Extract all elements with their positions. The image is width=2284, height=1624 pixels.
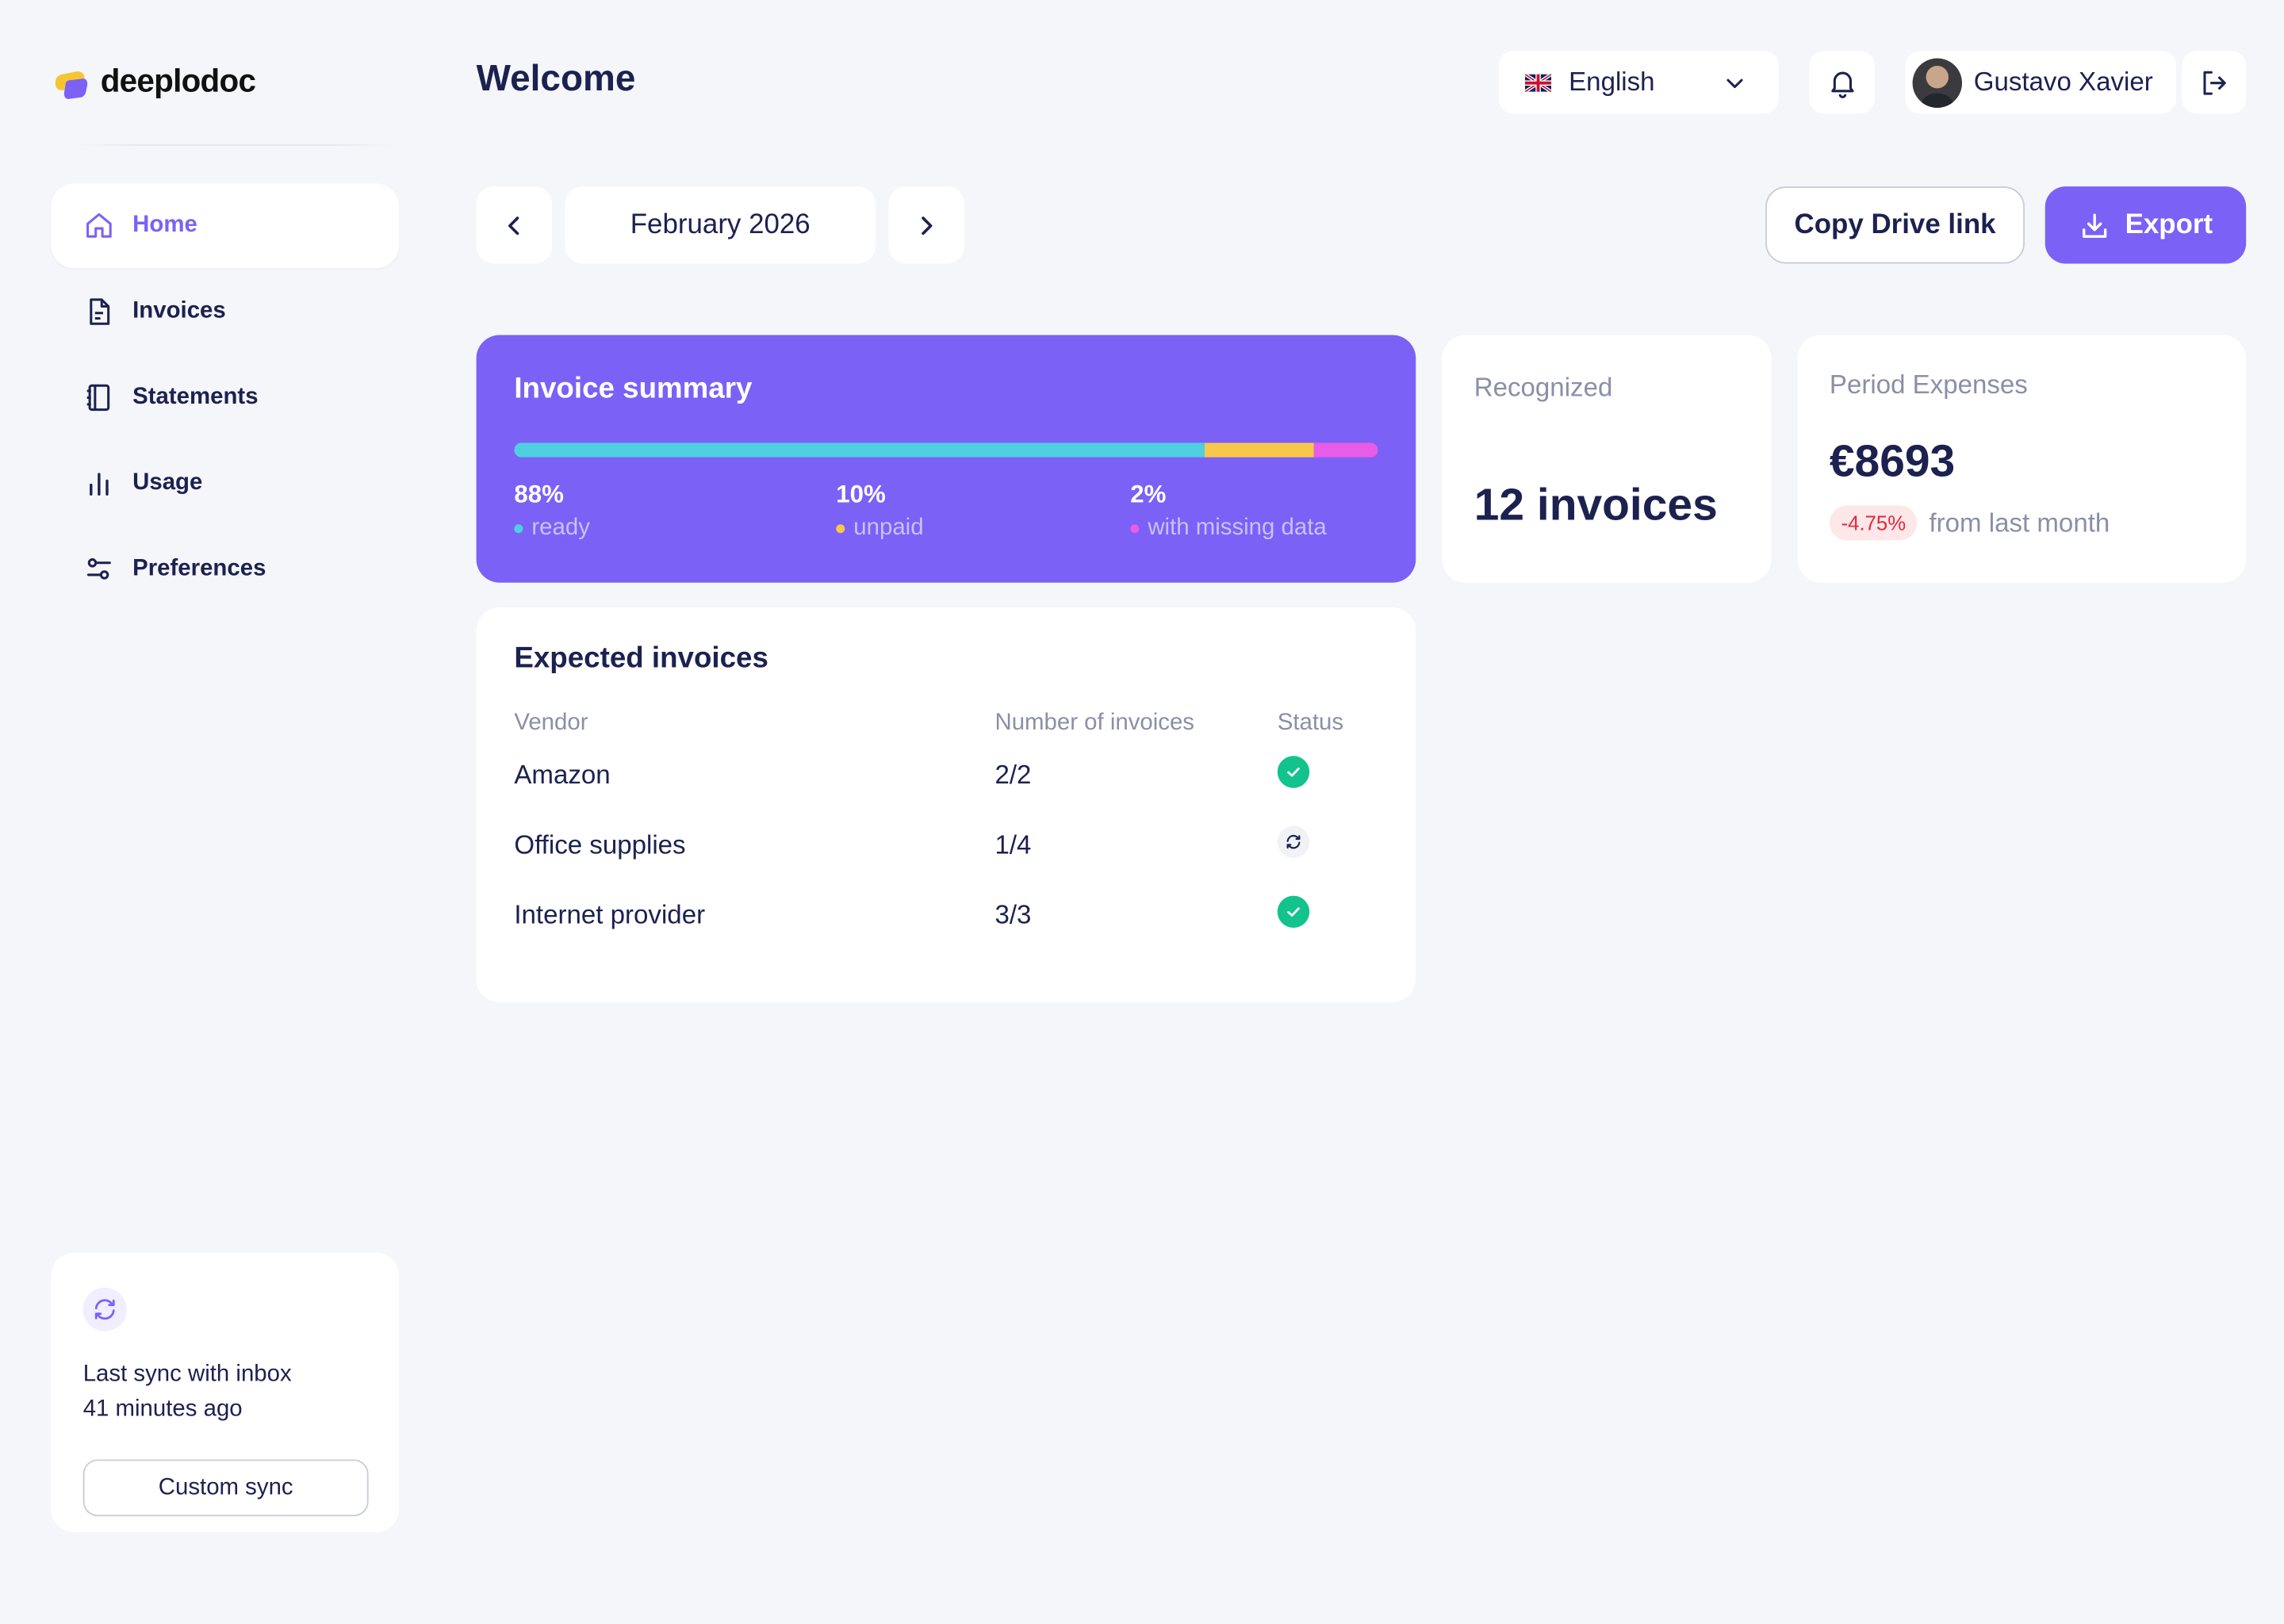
- download-icon: [2082, 213, 2107, 237]
- sidebar-item-label: Home: [132, 213, 197, 238]
- count-cell: 2/2: [994, 760, 1032, 790]
- brand-logo[interactable]: deeplodoc: [51, 58, 256, 105]
- check-circle-icon: [1277, 756, 1310, 788]
- next-month-button[interactable]: [888, 186, 964, 264]
- bar-segment-unpaid: [1205, 442, 1313, 458]
- sync-time: 41 minutes ago: [82, 1396, 243, 1422]
- count-cell: 3/3: [994, 900, 1032, 929]
- recognized-value: 12 invoices: [1473, 479, 1718, 530]
- expenses-value: €8693: [1829, 435, 1956, 487]
- period-selector[interactable]: February 2026: [565, 186, 876, 264]
- check-circle-icon: [1277, 895, 1310, 929]
- logout-button[interactable]: [2182, 51, 2247, 114]
- expected-invoices-title: Expected invoices: [514, 642, 768, 675]
- bar-segment-ready: [514, 442, 1205, 458]
- recognized-card: Recognized 12 invoices: [1442, 335, 1772, 583]
- sidebar-item-preferences[interactable]: Preferences: [51, 527, 399, 612]
- custom-sync-button[interactable]: Custom sync: [82, 1459, 369, 1517]
- stat-label: unpaid: [853, 515, 924, 541]
- missing-dot: [1130, 524, 1140, 534]
- change-note: from last month: [1929, 508, 2110, 537]
- table-header: Vendor Number of invoices Status: [514, 710, 1378, 740]
- language-select[interactable]: English: [1498, 51, 1779, 114]
- period-expenses-card: Period Expenses €8693 -4.75% from last m…: [1797, 335, 2247, 583]
- stat-label: ready: [531, 515, 590, 541]
- sidebar-item-label: Invoices: [132, 298, 226, 324]
- table-row[interactable]: Office supplies 1/4: [514, 810, 1378, 879]
- previous-month-button[interactable]: [476, 186, 553, 264]
- logout-icon: [2203, 70, 2226, 94]
- expected-invoices-card: Expected invoices Vendor Number of invoi…: [476, 607, 1416, 1002]
- stat-label: with missing data: [1148, 515, 1327, 541]
- user-name: Gustavo Xavier: [1973, 67, 2153, 97]
- sidebar-divider: [72, 144, 397, 146]
- stat-ready: 88% ready: [514, 481, 590, 542]
- sync-pending-icon: [1277, 825, 1310, 858]
- sidebar-item-usage[interactable]: Usage: [51, 442, 399, 527]
- bar-segment-missing: [1313, 442, 1378, 458]
- avatar: [1912, 57, 1963, 108]
- sliders-icon: [86, 558, 111, 580]
- expenses-label: Period Expenses: [1829, 370, 2028, 400]
- sidebar-item-label: Statements: [132, 384, 259, 410]
- summary-progress-bar: [514, 442, 1378, 458]
- stat-value: 88%: [514, 481, 564, 509]
- notifications-button[interactable]: [1809, 51, 1875, 114]
- sync-label: Last sync with inbox: [82, 1362, 292, 1387]
- user-menu[interactable]: Gustavo Xavier: [1905, 51, 2177, 114]
- recognized-label: Recognized: [1473, 373, 1613, 402]
- column-header-vendor: Vendor: [514, 710, 588, 736]
- chevron-left-icon: [508, 216, 519, 235]
- table-row[interactable]: Amazon 2/2: [514, 740, 1378, 810]
- sidebar-item-label: Preferences: [132, 556, 266, 581]
- sidebar-item-statements[interactable]: Statements: [51, 355, 399, 440]
- home-icon: [86, 213, 112, 238]
- uk-flag-icon: [1525, 73, 1552, 91]
- chevron-right-icon: [922, 216, 933, 235]
- vendor-cell: Amazon: [514, 760, 611, 790]
- sidebar-nav: Home Invoices Statements Usage Preferenc…: [51, 183, 400, 613]
- stat-value: 2%: [1130, 481, 1167, 509]
- document-icon: [90, 298, 110, 325]
- bar-chart-icon: [90, 473, 109, 496]
- stat-missing: 2% with missing data: [1130, 481, 1327, 542]
- column-header-status: Status: [1277, 710, 1344, 736]
- sidebar-item-home[interactable]: Home: [51, 183, 400, 268]
- summary-title: Invoice summary: [514, 373, 753, 405]
- change-badge: -4.75%: [1829, 505, 1918, 541]
- vendor-cell: Internet provider: [514, 900, 706, 929]
- chevron-down-icon: [1726, 79, 1743, 89]
- unpaid-dot: [836, 524, 845, 534]
- table-row[interactable]: Internet provider 3/3: [514, 879, 1378, 949]
- deeplodoc-logo-icon: [55, 71, 88, 99]
- notebook-icon: [86, 384, 110, 412]
- ready-dot: [514, 524, 523, 534]
- export-button[interactable]: Export: [2044, 186, 2247, 264]
- stat-value: 10%: [836, 481, 886, 509]
- bell-icon: [1830, 71, 1853, 98]
- sidebar-item-invoices[interactable]: Invoices: [51, 270, 399, 354]
- stat-unpaid: 10% unpaid: [836, 481, 924, 542]
- brand-name: deeplodoc: [100, 62, 256, 99]
- sync-card: Last sync with inbox 41 minutes ago Cust…: [51, 1252, 400, 1533]
- column-header-count: Number of invoices: [994, 710, 1195, 736]
- language-label: English: [1569, 67, 1655, 97]
- vendor-cell: Office supplies: [514, 829, 686, 860]
- count-cell: 1/4: [994, 829, 1032, 860]
- sidebar-item-label: Usage: [132, 470, 203, 496]
- sync-icon: [82, 1287, 127, 1331]
- invoice-summary-card: Invoice summary 88% ready 10% unpaid 2% …: [476, 335, 1416, 583]
- page-title: Welcome: [476, 58, 636, 99]
- copy-drive-link-button[interactable]: Copy Drive link: [1765, 186, 2025, 264]
- export-label: Export: [2125, 209, 2213, 240]
